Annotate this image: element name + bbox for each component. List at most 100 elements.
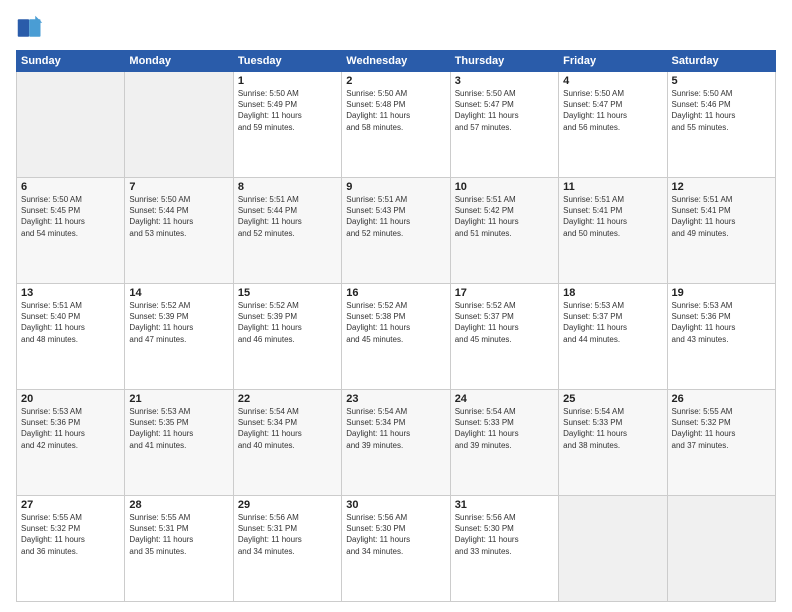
day-info: Sunrise: 5:53 AMSunset: 5:36 PMDaylight:…: [672, 300, 771, 345]
calendar-cell: [17, 72, 125, 178]
day-info: Sunrise: 5:56 AMSunset: 5:30 PMDaylight:…: [346, 512, 445, 557]
week-row-4: 20Sunrise: 5:53 AMSunset: 5:36 PMDayligh…: [17, 390, 776, 496]
day-info: Sunrise: 5:51 AMSunset: 5:40 PMDaylight:…: [21, 300, 120, 345]
day-number: 31: [455, 499, 554, 511]
day-number: 22: [238, 393, 337, 405]
weekday-header-friday: Friday: [559, 51, 667, 72]
day-info: Sunrise: 5:51 AMSunset: 5:42 PMDaylight:…: [455, 194, 554, 239]
day-info: Sunrise: 5:55 AMSunset: 5:32 PMDaylight:…: [672, 406, 771, 451]
day-info: Sunrise: 5:54 AMSunset: 5:33 PMDaylight:…: [563, 406, 662, 451]
day-info: Sunrise: 5:50 AMSunset: 5:47 PMDaylight:…: [455, 88, 554, 133]
day-number: 19: [672, 287, 771, 299]
day-number: 21: [129, 393, 228, 405]
day-info: Sunrise: 5:51 AMSunset: 5:43 PMDaylight:…: [346, 194, 445, 239]
day-number: 3: [455, 75, 554, 87]
day-number: 10: [455, 181, 554, 193]
day-info: Sunrise: 5:55 AMSunset: 5:31 PMDaylight:…: [129, 512, 228, 557]
day-number: 14: [129, 287, 228, 299]
calendar-cell: 15Sunrise: 5:52 AMSunset: 5:39 PMDayligh…: [233, 284, 341, 390]
calendar-cell: [667, 496, 775, 602]
calendar-cell: 24Sunrise: 5:54 AMSunset: 5:33 PMDayligh…: [450, 390, 558, 496]
day-number: 6: [21, 181, 120, 193]
day-number: 18: [563, 287, 662, 299]
calendar-cell: 9Sunrise: 5:51 AMSunset: 5:43 PMDaylight…: [342, 178, 450, 284]
calendar-cell: 27Sunrise: 5:55 AMSunset: 5:32 PMDayligh…: [17, 496, 125, 602]
day-number: 25: [563, 393, 662, 405]
weekday-header-saturday: Saturday: [667, 51, 775, 72]
day-info: Sunrise: 5:51 AMSunset: 5:44 PMDaylight:…: [238, 194, 337, 239]
calendar-cell: 30Sunrise: 5:56 AMSunset: 5:30 PMDayligh…: [342, 496, 450, 602]
calendar-cell: 2Sunrise: 5:50 AMSunset: 5:48 PMDaylight…: [342, 72, 450, 178]
weekday-header-thursday: Thursday: [450, 51, 558, 72]
day-number: 26: [672, 393, 771, 405]
day-info: Sunrise: 5:56 AMSunset: 5:30 PMDaylight:…: [455, 512, 554, 557]
calendar-cell: 29Sunrise: 5:56 AMSunset: 5:31 PMDayligh…: [233, 496, 341, 602]
day-number: 29: [238, 499, 337, 511]
calendar-cell: 19Sunrise: 5:53 AMSunset: 5:36 PMDayligh…: [667, 284, 775, 390]
day-number: 12: [672, 181, 771, 193]
weekday-header-wednesday: Wednesday: [342, 51, 450, 72]
day-number: 20: [21, 393, 120, 405]
logo: [16, 14, 48, 42]
day-number: 27: [21, 499, 120, 511]
day-number: 23: [346, 393, 445, 405]
calendar-cell: 13Sunrise: 5:51 AMSunset: 5:40 PMDayligh…: [17, 284, 125, 390]
day-info: Sunrise: 5:50 AMSunset: 5:45 PMDaylight:…: [21, 194, 120, 239]
day-info: Sunrise: 5:55 AMSunset: 5:32 PMDaylight:…: [21, 512, 120, 557]
calendar-table: SundayMondayTuesdayWednesdayThursdayFrid…: [16, 50, 776, 602]
day-info: Sunrise: 5:54 AMSunset: 5:33 PMDaylight:…: [455, 406, 554, 451]
day-number: 16: [346, 287, 445, 299]
calendar-cell: 6Sunrise: 5:50 AMSunset: 5:45 PMDaylight…: [17, 178, 125, 284]
calendar-cell: 4Sunrise: 5:50 AMSunset: 5:47 PMDaylight…: [559, 72, 667, 178]
day-info: Sunrise: 5:50 AMSunset: 5:49 PMDaylight:…: [238, 88, 337, 133]
day-number: 28: [129, 499, 228, 511]
day-number: 1: [238, 75, 337, 87]
calendar-cell: [559, 496, 667, 602]
day-number: 7: [129, 181, 228, 193]
calendar-cell: 5Sunrise: 5:50 AMSunset: 5:46 PMDaylight…: [667, 72, 775, 178]
logo-icon: [16, 14, 44, 42]
day-info: Sunrise: 5:53 AMSunset: 5:36 PMDaylight:…: [21, 406, 120, 451]
weekday-header-row: SundayMondayTuesdayWednesdayThursdayFrid…: [17, 51, 776, 72]
calendar-cell: 23Sunrise: 5:54 AMSunset: 5:34 PMDayligh…: [342, 390, 450, 496]
calendar-cell: 28Sunrise: 5:55 AMSunset: 5:31 PMDayligh…: [125, 496, 233, 602]
day-info: Sunrise: 5:50 AMSunset: 5:47 PMDaylight:…: [563, 88, 662, 133]
calendar-cell: 25Sunrise: 5:54 AMSunset: 5:33 PMDayligh…: [559, 390, 667, 496]
weekday-header-tuesday: Tuesday: [233, 51, 341, 72]
day-number: 17: [455, 287, 554, 299]
day-info: Sunrise: 5:52 AMSunset: 5:37 PMDaylight:…: [455, 300, 554, 345]
header: [16, 14, 776, 42]
calendar-cell: 31Sunrise: 5:56 AMSunset: 5:30 PMDayligh…: [450, 496, 558, 602]
day-number: 15: [238, 287, 337, 299]
day-info: Sunrise: 5:50 AMSunset: 5:46 PMDaylight:…: [672, 88, 771, 133]
weekday-header-monday: Monday: [125, 51, 233, 72]
calendar-cell: 22Sunrise: 5:54 AMSunset: 5:34 PMDayligh…: [233, 390, 341, 496]
day-number: 11: [563, 181, 662, 193]
calendar-cell: 3Sunrise: 5:50 AMSunset: 5:47 PMDaylight…: [450, 72, 558, 178]
day-info: Sunrise: 5:50 AMSunset: 5:48 PMDaylight:…: [346, 88, 445, 133]
day-number: 4: [563, 75, 662, 87]
calendar-cell: 21Sunrise: 5:53 AMSunset: 5:35 PMDayligh…: [125, 390, 233, 496]
week-row-2: 6Sunrise: 5:50 AMSunset: 5:45 PMDaylight…: [17, 178, 776, 284]
calendar-cell: 7Sunrise: 5:50 AMSunset: 5:44 PMDaylight…: [125, 178, 233, 284]
week-row-1: 1Sunrise: 5:50 AMSunset: 5:49 PMDaylight…: [17, 72, 776, 178]
calendar-cell: [125, 72, 233, 178]
day-info: Sunrise: 5:53 AMSunset: 5:35 PMDaylight:…: [129, 406, 228, 451]
day-info: Sunrise: 5:51 AMSunset: 5:41 PMDaylight:…: [563, 194, 662, 239]
calendar-cell: 1Sunrise: 5:50 AMSunset: 5:49 PMDaylight…: [233, 72, 341, 178]
calendar-cell: 16Sunrise: 5:52 AMSunset: 5:38 PMDayligh…: [342, 284, 450, 390]
day-info: Sunrise: 5:50 AMSunset: 5:44 PMDaylight:…: [129, 194, 228, 239]
week-row-3: 13Sunrise: 5:51 AMSunset: 5:40 PMDayligh…: [17, 284, 776, 390]
day-number: 30: [346, 499, 445, 511]
day-number: 2: [346, 75, 445, 87]
day-info: Sunrise: 5:53 AMSunset: 5:37 PMDaylight:…: [563, 300, 662, 345]
day-info: Sunrise: 5:54 AMSunset: 5:34 PMDaylight:…: [346, 406, 445, 451]
calendar-cell: 17Sunrise: 5:52 AMSunset: 5:37 PMDayligh…: [450, 284, 558, 390]
calendar-cell: 10Sunrise: 5:51 AMSunset: 5:42 PMDayligh…: [450, 178, 558, 284]
day-number: 8: [238, 181, 337, 193]
day-number: 13: [21, 287, 120, 299]
day-info: Sunrise: 5:52 AMSunset: 5:38 PMDaylight:…: [346, 300, 445, 345]
calendar-cell: 11Sunrise: 5:51 AMSunset: 5:41 PMDayligh…: [559, 178, 667, 284]
week-row-5: 27Sunrise: 5:55 AMSunset: 5:32 PMDayligh…: [17, 496, 776, 602]
day-number: 24: [455, 393, 554, 405]
